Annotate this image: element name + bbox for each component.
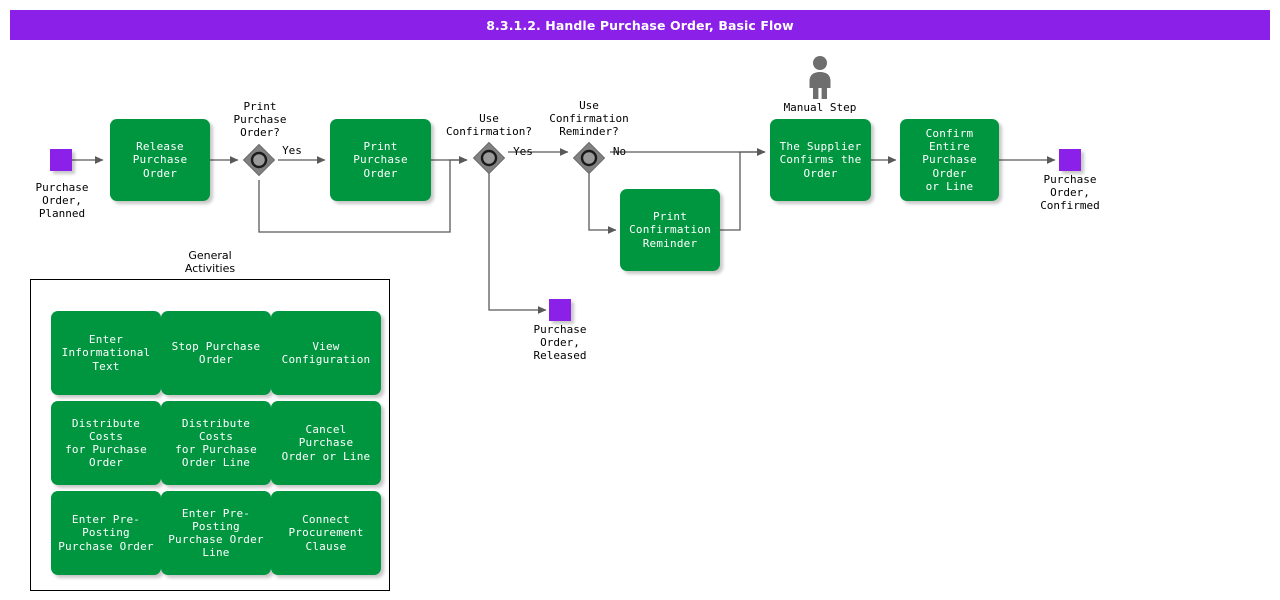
decision-use-confirmation-label: Use Confirmation? xyxy=(445,112,533,139)
page-title: 8.3.1.2. Handle Purchase Order, Basic Fl… xyxy=(486,17,794,33)
end-terminator-purchase-order-confirmed[interactable] xyxy=(1059,149,1081,171)
general-activities-title: General Activities xyxy=(184,249,236,275)
end-terminator-purchase-order-released[interactable] xyxy=(549,299,571,321)
decision-print-purchase-order-label: Print Purchase Order? xyxy=(233,100,287,140)
edge-confirmation-no-to-released xyxy=(488,172,547,314)
decision-use-confirmation-reminder-label: Use Confirmation Reminder? xyxy=(549,99,629,139)
general-activity-item[interactable]: Enter Pre- Posting Purchase Order xyxy=(51,491,161,575)
general-activity-item[interactable]: Enter Informational Text xyxy=(51,311,161,395)
general-activity-item[interactable]: Stop Purchase Order xyxy=(161,311,271,395)
start-terminator-purchase-order-planned[interactable] xyxy=(50,149,72,171)
decision-use-confirmation[interactable] xyxy=(472,141,506,175)
branch-label-print-yes: Yes xyxy=(282,144,302,157)
end-terminator-confirmed-label: Purchase Order, Confirmed xyxy=(1040,173,1100,213)
branch-label-reminder-no: No xyxy=(612,145,627,158)
general-activity-item[interactable]: Distribute Costs for Purchase Order Line xyxy=(161,401,271,485)
general-activities-container: Enter Informational Text Stop Purchase O… xyxy=(30,279,390,591)
decision-print-purchase-order[interactable] xyxy=(242,143,276,177)
task-print-purchase-order[interactable]: Print Purchase Order xyxy=(330,119,431,201)
end-terminator-released-label: Purchase Order, Released xyxy=(533,323,587,363)
diagram-title-bar: 8.3.1.2. Handle Purchase Order, Basic Fl… xyxy=(10,10,1270,40)
edge-print-reminder-to-supplier xyxy=(720,148,766,231)
general-activity-item[interactable]: Enter Pre- Posting Purchase Order Line xyxy=(161,491,271,575)
general-activity-item[interactable]: View Configuration xyxy=(271,311,381,395)
decision-use-confirmation-reminder[interactable] xyxy=(572,141,606,175)
manual-step-label: Manual Step xyxy=(783,101,857,114)
branch-label-use-confirmation-yes: Yes xyxy=(513,145,533,158)
general-activity-item[interactable]: Connect Procurement Clause xyxy=(271,491,381,575)
task-print-confirmation-reminder[interactable]: Print Confirmation Reminder xyxy=(620,189,720,271)
general-activity-item[interactable]: Distribute Costs for Purchase Order xyxy=(51,401,161,485)
task-confirm-entire-purchase-order-or-line[interactable]: Confirm Entire Purchase Order or Line xyxy=(900,119,999,201)
start-terminator-label: Purchase Order, Planned xyxy=(35,181,89,221)
edge-reminder-yes-to-print-reminder xyxy=(588,172,617,234)
task-release-purchase-order[interactable]: Release Purchase Order xyxy=(110,119,210,201)
general-activity-item[interactable]: Cancel Purchase Order or Line xyxy=(271,401,381,485)
task-supplier-confirms-order[interactable]: The Supplier Confirms the Order xyxy=(770,119,871,201)
person-icon xyxy=(802,55,838,99)
